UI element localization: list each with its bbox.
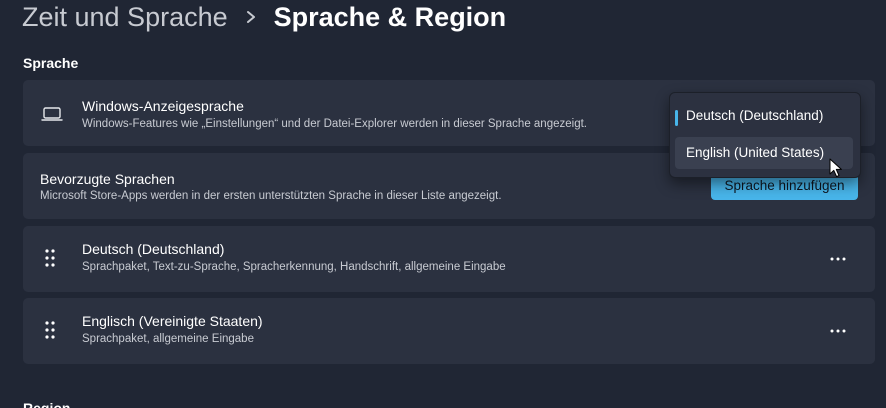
more-options-icon[interactable] (823, 250, 853, 268)
dropdown-option-label: Deutsch (Deutschland) (686, 108, 824, 123)
display-language-description: Windows-Features wie „Einstellungen“ und… (82, 118, 587, 130)
language-item-deutsch[interactable]: Deutsch (Deutschland) Sprachpaket, Text-… (23, 226, 875, 292)
breadcrumb-parent[interactable]: Zeit und Sprache (22, 0, 228, 34)
language-item-name: Deutsch (Deutschland) (82, 241, 225, 257)
breadcrumb: Zeit und Sprache Sprache & Region (22, 0, 506, 34)
mouse-cursor-icon (829, 158, 842, 178)
language-item-features: Sprachpaket, Text-zu-Sprache, Spracherke… (82, 261, 506, 273)
language-item-name: Englisch (Vereinigte Staaten) (82, 313, 263, 329)
section-heading-region: Region (23, 400, 71, 408)
dropdown-option-deutsch[interactable]: Deutsch (Deutschland) (675, 100, 853, 132)
dropdown-option-english[interactable]: English (United States) (675, 137, 853, 169)
language-item-english[interactable]: Englisch (Vereinigte Staaten) Sprachpake… (23, 298, 875, 364)
selected-indicator (675, 110, 678, 126)
dropdown-option-label: English (United States) (686, 145, 825, 160)
preferred-languages-title: Bevorzugte Sprachen (40, 171, 175, 187)
chevron-right-icon (244, 0, 258, 34)
settings-page: Zeit und Sprache Sprache & Region Sprach… (0, 0, 886, 408)
page-title: Sprache & Region (273, 2, 507, 32)
laptop-icon (41, 107, 63, 121)
drag-handle-icon[interactable] (45, 321, 55, 339)
language-item-features: Sprachpaket, allgemeine Eingabe (82, 333, 254, 345)
section-heading-sprache: Sprache (23, 55, 79, 71)
drag-handle-icon[interactable] (45, 249, 55, 267)
display-language-title: Windows-Anzeigesprache (82, 98, 244, 114)
preferred-languages-description: Microsoft Store-Apps werden in der erste… (40, 190, 502, 202)
more-options-icon[interactable] (823, 322, 853, 340)
